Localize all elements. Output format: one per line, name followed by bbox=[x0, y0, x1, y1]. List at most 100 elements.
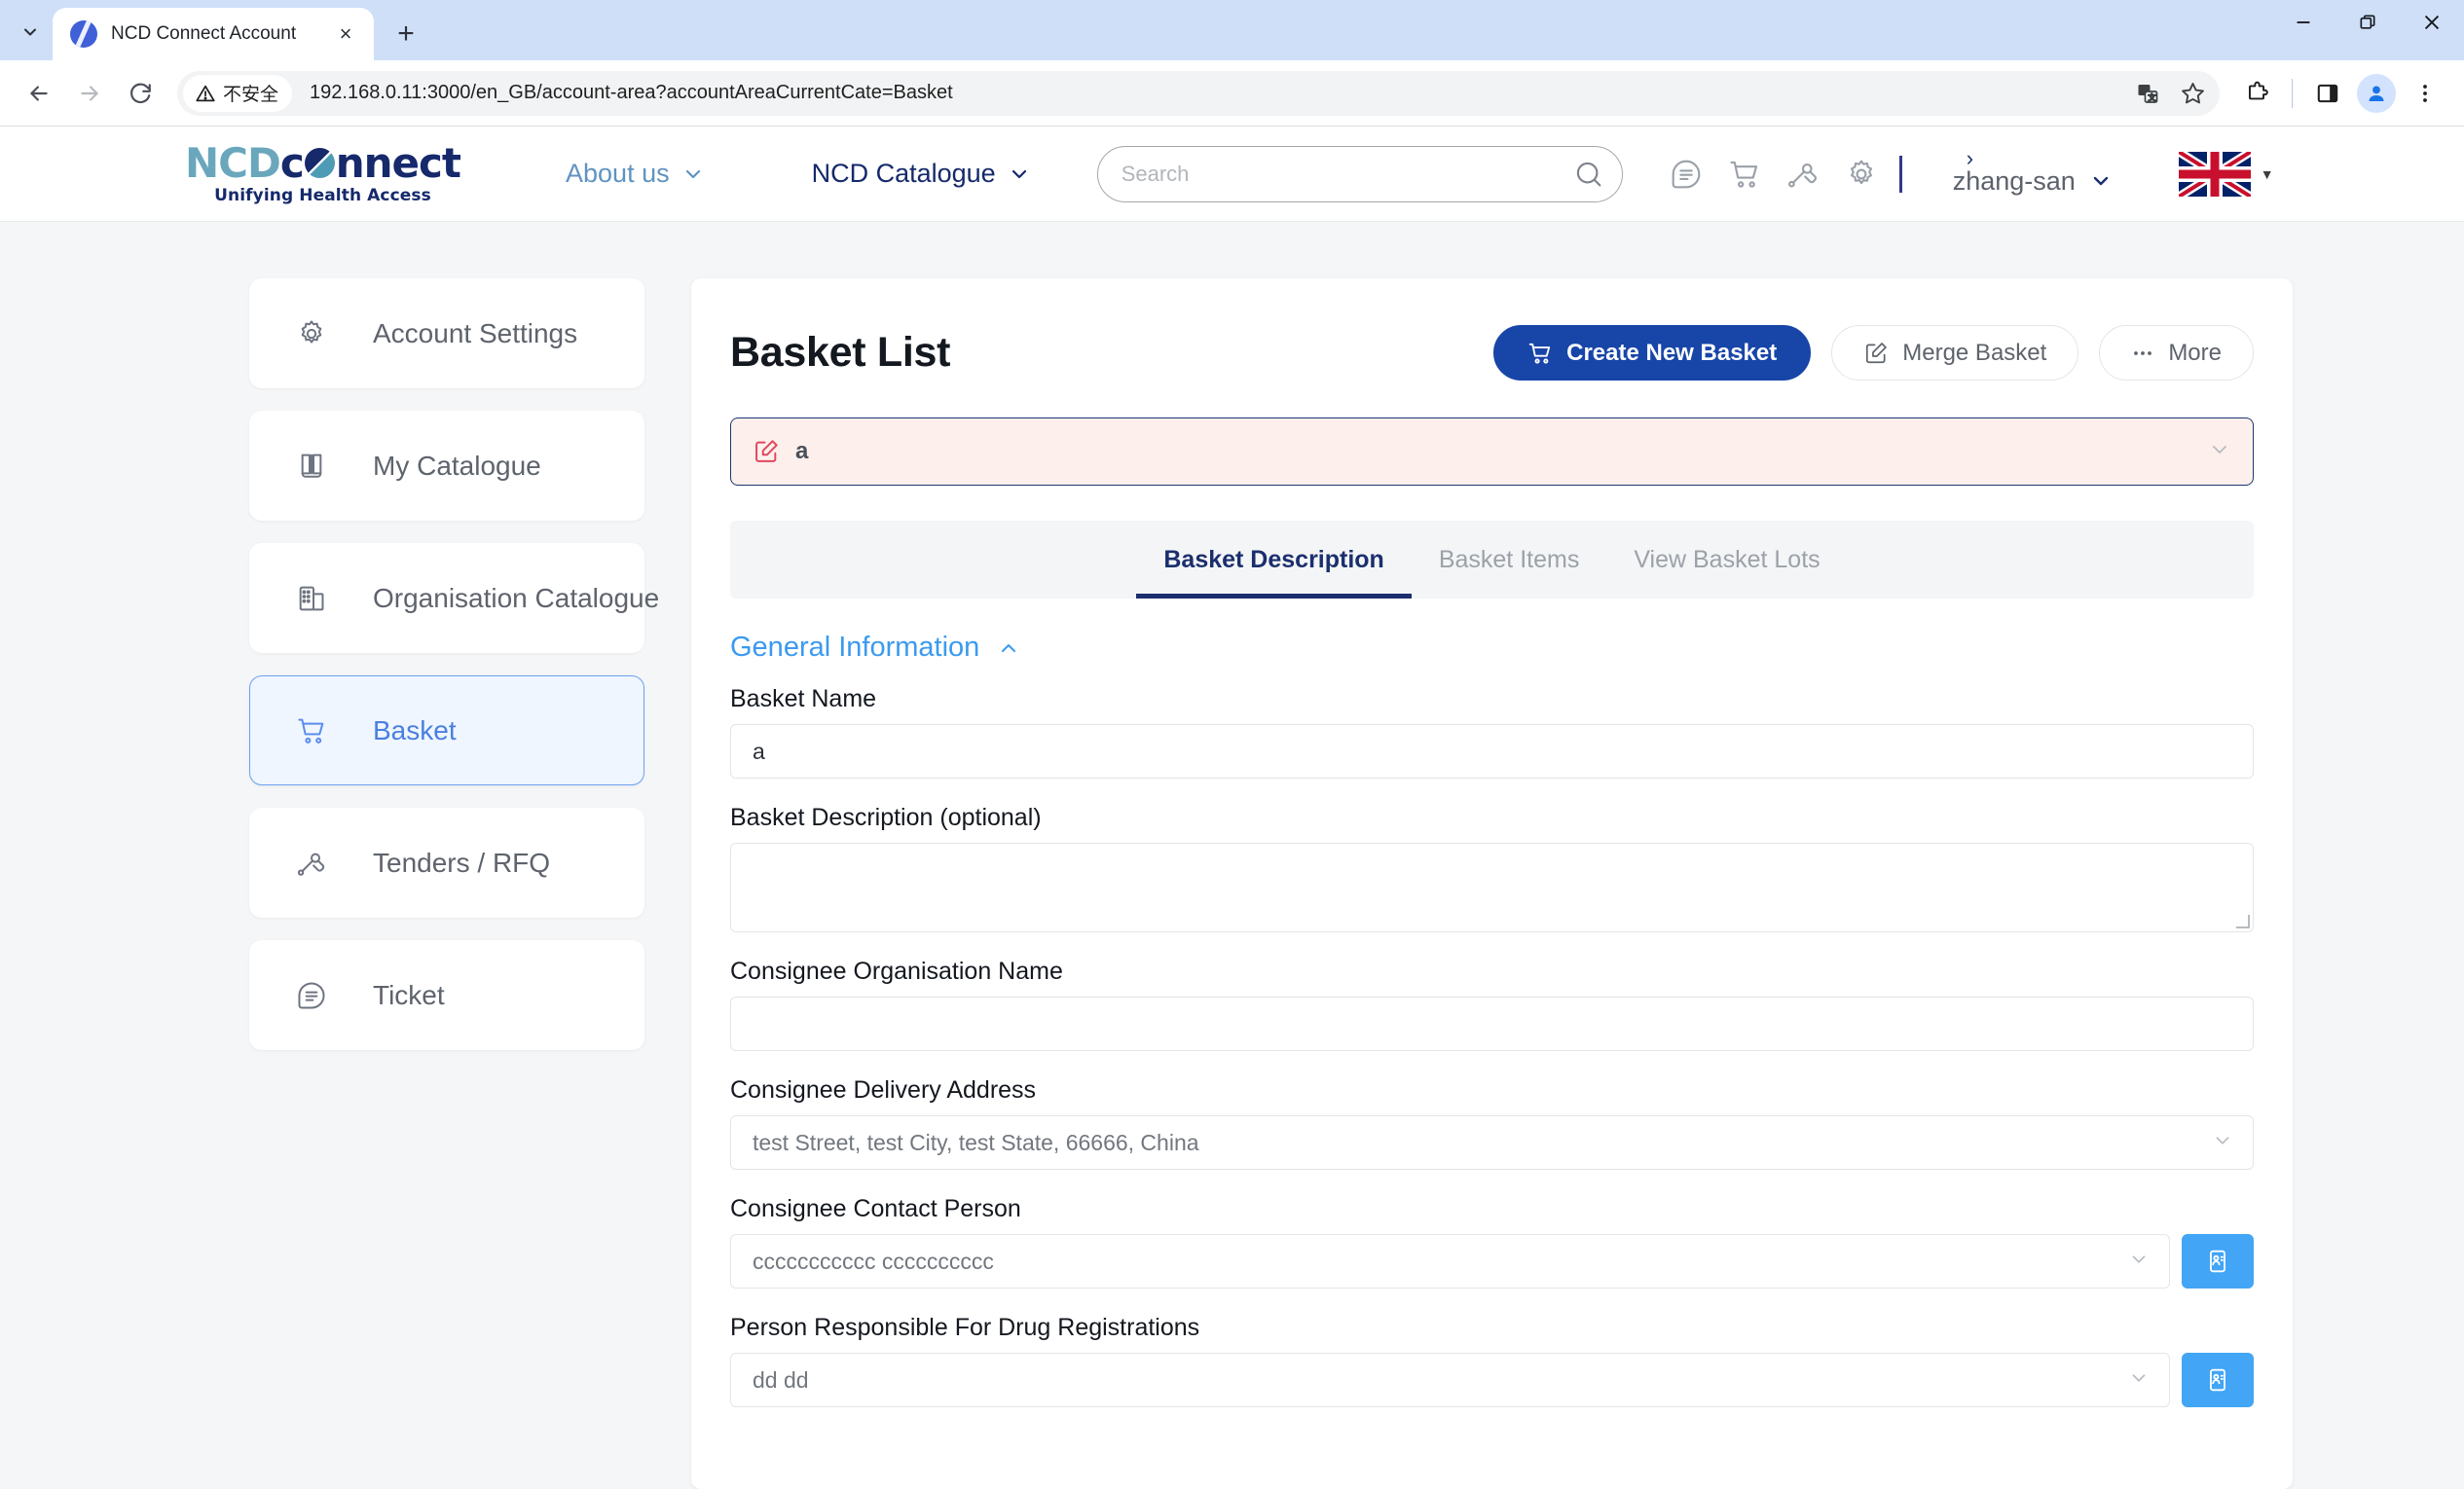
merge-basket-label: Merge Basket bbox=[1902, 339, 2047, 366]
ticket-icon bbox=[293, 980, 330, 1011]
main-header: Basket List Create New Basket Merge Bask… bbox=[730, 325, 2254, 381]
cart-icon bbox=[1528, 343, 1551, 364]
chevron-down-icon bbox=[1011, 169, 1026, 178]
favicon bbox=[70, 20, 97, 48]
site-logo[interactable]: NCD c nnect Unifying Health Access bbox=[185, 138, 461, 205]
main-panel: Basket List Create New Basket Merge Bask… bbox=[691, 278, 2293, 1489]
input-value: ccccccccccc cccccccccc bbox=[753, 1248, 994, 1274]
input-value: test Street, test City, test State, 6666… bbox=[753, 1129, 1199, 1155]
close-window-icon[interactable] bbox=[2400, 0, 2464, 45]
browser-menu-icon[interactable] bbox=[2402, 70, 2448, 117]
tab-basket-items[interactable]: Basket Items bbox=[1412, 521, 1607, 599]
cart-icon[interactable] bbox=[1724, 154, 1765, 195]
nav-about-us-label: About us bbox=[566, 159, 670, 188]
basket-tabs: Basket Description Basket Items View Bas… bbox=[730, 521, 2254, 599]
logo-pill-icon bbox=[304, 148, 335, 178]
new-tab-button[interactable]: + bbox=[384, 12, 428, 56]
merge-basket-button[interactable]: Merge Basket bbox=[1831, 325, 2079, 381]
add-contact-person-button[interactable] bbox=[2182, 1234, 2254, 1289]
nav-ncd-catalogue[interactable]: NCD Catalogue bbox=[812, 159, 1031, 189]
tab-view-basket-lots[interactable]: View Basket Lots bbox=[1606, 521, 1847, 599]
search-input[interactable] bbox=[1121, 161, 1573, 187]
add-drug-registration-person-button[interactable] bbox=[2182, 1353, 2254, 1407]
header-divider bbox=[1898, 155, 1902, 193]
reload-icon[interactable] bbox=[117, 70, 164, 117]
consignee-delivery-address-select[interactable]: test Street, test City, test State, 6666… bbox=[730, 1115, 2254, 1170]
basket-name-input[interactable]: a bbox=[730, 724, 2254, 779]
consignee-contact-person-select[interactable]: ccccccccccc cccccccccc bbox=[730, 1234, 2170, 1289]
cart-icon bbox=[293, 715, 330, 746]
general-information-header[interactable]: General Information bbox=[730, 632, 2254, 664]
site-search[interactable] bbox=[1096, 145, 1623, 202]
input-value: a bbox=[753, 738, 765, 764]
sidebar-item-ticket[interactable]: Ticket bbox=[249, 940, 644, 1050]
gear-icon[interactable] bbox=[1841, 154, 1882, 195]
minimize-icon[interactable] bbox=[2271, 0, 2335, 45]
chevron-down-icon bbox=[2198, 1130, 2233, 1156]
tab-basket-description[interactable]: Basket Description bbox=[1136, 521, 1413, 599]
address-bar[interactable]: 不安全 192.168.0.11:3000/en_GB/account-area… bbox=[177, 70, 2220, 116]
sidebar-item-account-settings[interactable]: Account Settings bbox=[249, 278, 644, 388]
logo-c-text: c bbox=[279, 138, 305, 187]
field-basket-description: Basket Description (optional) bbox=[730, 804, 2254, 932]
general-information-label: General Information bbox=[730, 632, 980, 663]
site-security-chip[interactable]: 不安全 bbox=[183, 74, 293, 112]
basket-description-textarea[interactable] bbox=[730, 843, 2254, 932]
tender-gavel-icon[interactable] bbox=[1783, 154, 1823, 195]
input-value: dd dd bbox=[753, 1366, 809, 1393]
consignee-organisation-input[interactable] bbox=[730, 997, 2254, 1051]
bookmark-star-icon[interactable] bbox=[2171, 72, 2214, 115]
chevron-down-icon bbox=[2115, 1249, 2150, 1275]
toolbar-divider bbox=[2292, 78, 2293, 108]
sidebar-item-my-catalogue[interactable]: My Catalogue bbox=[249, 411, 644, 521]
logo-tagline: Unifying Health Access bbox=[214, 185, 431, 205]
more-button[interactable]: More bbox=[2099, 325, 2254, 381]
tab-search-chevron-icon[interactable] bbox=[8, 10, 53, 54]
browser-window: NCD Connect Account × + 不安全 192.168.0.11… bbox=[0, 0, 2464, 1489]
chevron-down-icon bbox=[2093, 176, 2108, 186]
side-panel-icon[interactable] bbox=[2304, 70, 2351, 117]
nav-about-us[interactable]: About us bbox=[566, 159, 705, 189]
browser-toolbar: 不安全 192.168.0.11:3000/en_GB/account-area… bbox=[0, 60, 2464, 127]
forward-icon[interactable] bbox=[66, 70, 113, 117]
browser-tab[interactable]: NCD Connect Account × bbox=[53, 8, 374, 60]
chevron-up-icon bbox=[1002, 643, 1016, 652]
ellipsis-icon bbox=[2134, 350, 2152, 355]
maximize-restore-icon[interactable] bbox=[2335, 0, 2400, 45]
user-menu[interactable]: › zhang-san bbox=[1952, 148, 2113, 196]
logo-ncd-text: NCD bbox=[185, 138, 281, 187]
ticket-icon[interactable] bbox=[1666, 154, 1707, 195]
sidebar-item-label: My Catalogue bbox=[373, 450, 541, 481]
drug-registration-person-select[interactable]: dd dd bbox=[730, 1353, 2170, 1407]
search-icon bbox=[1576, 162, 1601, 186]
field-person-responsible-drug-registrations: Person Responsible For Drug Registration… bbox=[730, 1314, 2254, 1407]
sidebar-item-basket[interactable]: Basket bbox=[249, 675, 644, 785]
page-title: Basket List bbox=[730, 329, 951, 376]
book-icon bbox=[293, 451, 330, 482]
create-new-basket-label: Create New Basket bbox=[1566, 339, 1778, 366]
sidebar-item-label: Tenders / RFQ bbox=[373, 847, 551, 878]
translate-icon[interactable]: G文 bbox=[2126, 72, 2169, 115]
extensions-puzzle-icon[interactable] bbox=[2233, 70, 2280, 117]
user-name-label: zhang-san bbox=[1952, 165, 2076, 196]
create-new-basket-button[interactable]: Create New Basket bbox=[1493, 325, 1812, 381]
field-label: Consignee Contact Person bbox=[730, 1195, 1021, 1222]
svg-text:G: G bbox=[2141, 86, 2147, 94]
back-icon[interactable] bbox=[16, 70, 62, 117]
profile-avatar[interactable] bbox=[2353, 70, 2400, 117]
basket-selector-dropdown[interactable]: a bbox=[730, 418, 2254, 486]
svg-text:文: 文 bbox=[2149, 92, 2156, 102]
language-selector[interactable]: ▼ bbox=[2178, 151, 2274, 197]
chevron-down-icon bbox=[2208, 438, 2231, 466]
edit-square-icon bbox=[755, 440, 778, 462]
page-viewport: NCD c nnect Unifying Health Access About u… bbox=[0, 127, 2464, 1489]
field-label: Consignee Delivery Address bbox=[730, 1076, 1037, 1104]
sidebar-item-organisation-catalogue[interactable]: Organisation Catalogue bbox=[249, 543, 659, 653]
sidebar-item-label: Account Settings bbox=[373, 317, 578, 348]
sidebar-item-tenders-rfq[interactable]: Tenders / RFQ bbox=[249, 808, 644, 918]
header-actions: Create New Basket Merge Basket More bbox=[1493, 325, 2254, 381]
more-label: More bbox=[2168, 339, 2222, 366]
field-label: Basket Name bbox=[730, 685, 877, 712]
close-tab-icon[interactable]: × bbox=[331, 19, 360, 49]
field-consignee-delivery-address: Consignee Delivery Address test Street, … bbox=[730, 1076, 2254, 1170]
